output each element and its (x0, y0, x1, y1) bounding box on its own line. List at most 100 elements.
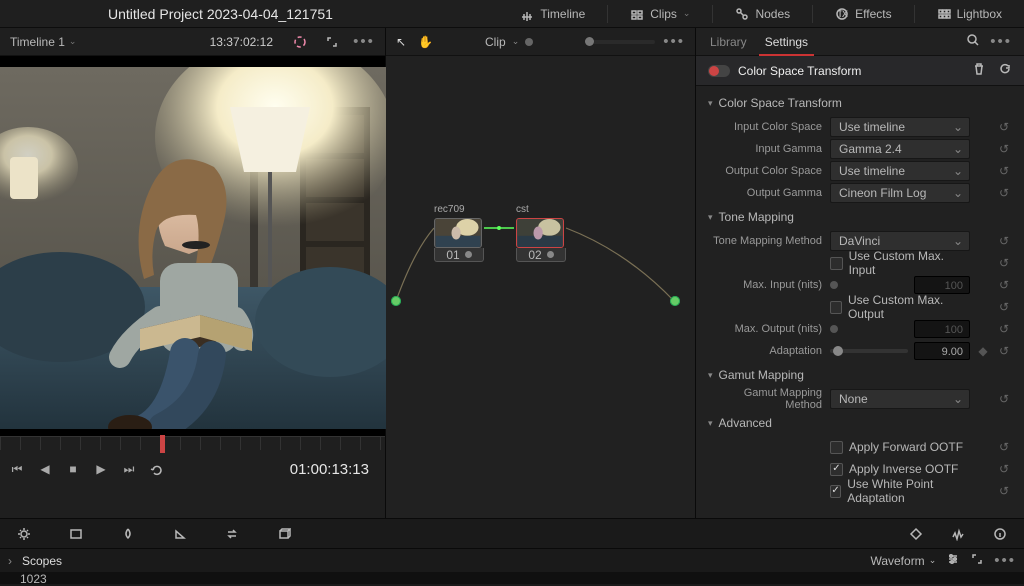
delete-effect-button[interactable] (972, 62, 986, 79)
checkbox-custom-max-output[interactable] (830, 301, 842, 314)
reset-button[interactable]: ↺ (996, 164, 1012, 178)
palette-qualifier[interactable] (168, 524, 192, 544)
nodes-toggle[interactable]: Nodes (727, 3, 798, 25)
node-mode-selector[interactable]: Clip ⌄ (485, 35, 533, 49)
expand-icon (970, 552, 984, 566)
lightbox-toggle[interactable]: Lightbox (929, 3, 1010, 25)
first-frame-button[interactable]: ⏮ (6, 458, 28, 480)
play-button[interactable]: ▶ (90, 458, 112, 480)
select-value: Gamma 2.4 (839, 142, 902, 156)
palette-keyframes[interactable] (904, 524, 928, 544)
svg-text:fx: fx (839, 7, 848, 20)
palette-info[interactable] (988, 524, 1012, 544)
select-value: None (839, 392, 868, 406)
pan-tool[interactable]: ✋ (418, 35, 433, 49)
graph-input[interactable] (391, 296, 401, 306)
scopes-body[interactable]: 1023 (0, 572, 1024, 584)
inspector-body: ▾Color Space Transform Input Color Space… (696, 86, 1024, 518)
image-wipe-button[interactable] (289, 31, 311, 53)
separator (712, 5, 713, 23)
last-frame-button[interactable]: ⏭ (118, 458, 140, 480)
viewer-canvas[interactable] (0, 56, 385, 436)
source-timecode[interactable]: 13:37:02:12 (210, 35, 273, 49)
loop-button[interactable] (146, 458, 168, 480)
node-cst[interactable]: cst 02 (516, 204, 566, 262)
section-advanced[interactable]: ▾Advanced (696, 410, 1024, 436)
effects-toggle[interactable]: fx Effects (827, 3, 899, 25)
node-zoom-slider[interactable] (585, 40, 655, 44)
node-graph-canvas[interactable]: rec709 01 cst 02 (386, 56, 695, 518)
select-input-color-space[interactable]: Use timeline⌄ (830, 117, 970, 137)
reset-button[interactable]: ↺ (996, 234, 1012, 248)
checkbox-custom-max-input[interactable] (830, 257, 843, 270)
select-input-gamma[interactable]: Gamma 2.4⌄ (830, 139, 970, 159)
timeline-selector[interactable]: Timeline 1 ⌄ (10, 35, 76, 49)
palette-primaries[interactable] (12, 524, 36, 544)
select-output-color-space[interactable]: Use timeline⌄ (830, 161, 970, 181)
effect-enable-toggle[interactable] (708, 65, 730, 77)
reset-button[interactable]: ↺ (996, 120, 1012, 134)
palette-scopes[interactable] (946, 524, 970, 544)
checkbox-white-point[interactable] (830, 485, 841, 498)
reverse-play-button[interactable]: ◀ (34, 458, 56, 480)
select-output-gamma[interactable]: Cineon Film Log⌄ (830, 183, 970, 203)
select-tone-mapping-method[interactable]: DaVinci⌄ (830, 231, 970, 251)
chevron-down-icon: ⌄ (683, 8, 691, 19)
chevron-right-icon[interactable]: › (8, 554, 12, 568)
section-color-space-transform[interactable]: ▾Color Space Transform (696, 90, 1024, 116)
scopes-settings-button[interactable] (946, 552, 960, 569)
reset-button[interactable]: ↺ (996, 484, 1012, 498)
search-button[interactable] (966, 33, 980, 50)
checkbox-inverse-ootf[interactable] (830, 463, 843, 476)
slider-adaptation[interactable] (830, 349, 908, 353)
slider-disabled-dot (830, 325, 838, 333)
tab-settings[interactable]: Settings (763, 29, 810, 55)
stop-button[interactable]: ■ (62, 458, 84, 480)
checkbox-forward-ootf[interactable] (830, 441, 843, 454)
reset-button[interactable]: ↺ (996, 322, 1012, 336)
section-gamut-mapping[interactable]: ▾Gamut Mapping (696, 362, 1024, 388)
node-rec709[interactable]: rec709 01 (434, 204, 484, 262)
reset-button[interactable]: ↺ (996, 300, 1012, 314)
chevron-down-icon: ⌄ (953, 234, 963, 248)
viewer-timeline-ruler[interactable] (0, 436, 385, 450)
scopes-options-button[interactable]: ••• (994, 556, 1016, 566)
reset-effect-button[interactable] (998, 62, 1012, 79)
scopes-mode-selector[interactable]: Waveform⌄ (870, 554, 936, 568)
expand-button[interactable] (321, 31, 343, 53)
graph-output[interactable] (670, 296, 680, 306)
record-timecode[interactable]: 01:00:13:13 (290, 461, 369, 478)
section-label: Gamut Mapping (719, 368, 804, 382)
timeline-toggle[interactable]: Timeline (512, 3, 593, 25)
viewer-options-button[interactable]: ••• (353, 31, 375, 53)
numbox-adaptation[interactable]: 9.00 (914, 342, 970, 360)
palette-window[interactable] (220, 524, 244, 544)
selection-tool[interactable]: ↖ (396, 35, 406, 49)
timeline-label: Timeline (540, 7, 585, 21)
keyframe-button[interactable]: ◆ (978, 344, 988, 358)
clips-toggle[interactable]: Clips ⌄ (622, 3, 698, 25)
tab-library[interactable]: Library (708, 29, 749, 55)
reset-button[interactable]: ↺ (996, 142, 1012, 156)
reset-button[interactable]: ↺ (996, 256, 1012, 270)
section-tone-mapping[interactable]: ▾Tone Mapping (696, 204, 1024, 230)
scopes-expand-button[interactable] (970, 552, 984, 569)
node-options-button[interactable]: ••• (663, 37, 685, 47)
waveform-icon (951, 527, 965, 541)
nodes-icon (735, 7, 749, 21)
palette-curves[interactable] (64, 524, 88, 544)
nodes-label: Nodes (755, 7, 790, 21)
select-gamut-mapping-method[interactable]: None ⌄ (830, 389, 970, 409)
palette-3d[interactable] (272, 524, 296, 544)
reset-button[interactable]: ↺ (996, 186, 1012, 200)
reset-button[interactable]: ↺ (996, 440, 1012, 454)
chevron-down-icon: ⌄ (953, 392, 963, 406)
reset-button[interactable]: ↺ (996, 392, 1012, 406)
palette-warper[interactable] (116, 524, 140, 544)
inspector-options-button[interactable]: ••• (990, 37, 1012, 47)
reset-button[interactable]: ↺ (996, 278, 1012, 292)
reset-button[interactable]: ↺ (996, 344, 1012, 358)
playhead[interactable] (160, 435, 165, 453)
lightbox-label: Lightbox (957, 7, 1002, 21)
reset-button[interactable]: ↺ (996, 462, 1012, 476)
